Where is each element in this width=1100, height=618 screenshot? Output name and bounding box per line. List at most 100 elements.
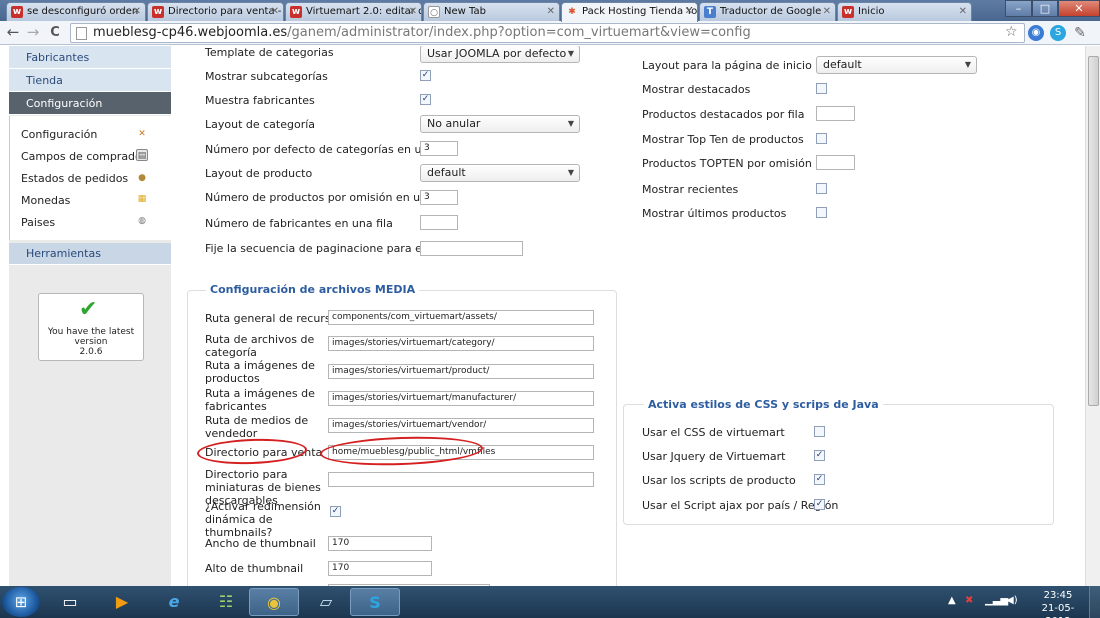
checkbox-scripts-producto[interactable]: ✓ <box>814 474 825 485</box>
input-destacados-fila[interactable] <box>816 106 855 121</box>
signal-icon[interactable]: ▁▃▅ <box>985 595 1008 606</box>
show-desktop-button[interactable] <box>1089 586 1100 618</box>
input-alto-thumbnail[interactable]: 170 <box>328 561 432 576</box>
tray-expand-icon[interactable]: ▲ <box>948 595 956 606</box>
admin-sidebar: Fabricantes Tienda Configuración Configu… <box>9 46 171 586</box>
submenu-monedas[interactable]: Monedas <box>21 194 70 207</box>
card-icon: ▤ <box>136 149 148 161</box>
reload-button[interactable]: C <box>46 24 64 42</box>
checkbox-mostrar-recientes[interactable] <box>816 183 827 194</box>
input-ruta-fabricantes[interactable]: images/stories/virtuemart/manufacturer/ <box>328 391 594 406</box>
tab-label: se desconfiguró orden <box>27 6 139 17</box>
checkbox-top-ten[interactable] <box>816 133 827 144</box>
checkbox-redimension-thumbnails[interactable]: ✓ <box>330 506 341 517</box>
submenu-campos-comprador[interactable]: Campos de comprador <box>21 150 146 163</box>
input-ruta-recursos[interactable]: components/com_virtuemart/assets/ <box>328 310 594 325</box>
address-bar[interactable]: mueblesg-cp46.webjoomla.es/ganem/adminis… <box>70 23 1025 43</box>
site-favicon-icon: w <box>11 6 23 18</box>
close-window-button[interactable]: ✕ <box>1058 0 1100 17</box>
input-categorias-fila[interactable]: 3 <box>420 141 458 156</box>
new-tab-icon: ○ <box>428 6 440 18</box>
version-line1: You have the latest <box>47 327 135 337</box>
scrollbar-thumb[interactable] <box>1088 56 1099 406</box>
select-value: Usar JOOMLA por defecto <box>427 47 567 60</box>
input-productos-fila[interactable]: 3 <box>420 190 458 205</box>
vertical-scrollbar[interactable] <box>1085 46 1100 586</box>
checkbox-jquery-virtuemart[interactable]: ✓ <box>814 450 825 461</box>
close-tab-icon[interactable]: ✕ <box>133 3 141 20</box>
windows-start-button[interactable]: ⊞ <box>2 587 40 617</box>
tab-label: Traductor de Google <box>720 6 822 17</box>
tab-pack-hosting[interactable]: ✱ Pack Hosting Tienda Yo ✕ <box>561 2 698 22</box>
skype-extension-icon[interactable]: S <box>1050 25 1066 41</box>
input-ruta-categoria[interactable]: images/stories/virtuemart/category/ <box>328 336 594 351</box>
tab-virtuemart-editar[interactable]: w Virtuemart 2.0: editar d ✕ <box>285 2 422 21</box>
tab-directorio-venta[interactable]: w Directorio para venta - ✕ <box>147 2 284 21</box>
submenu-paises[interactable]: Paises <box>21 216 55 229</box>
label-layout-producto: Layout de producto <box>205 167 313 180</box>
label-ultimos-productos: Mostrar últimos productos <box>642 207 787 220</box>
extension-eye-icon[interactable]: ◉ <box>1028 25 1044 41</box>
submenu-configuracion[interactable]: Configuración <box>21 128 97 141</box>
select-layout-categoria[interactable]: No anular ▼ <box>420 115 580 133</box>
input-ruta-productos[interactable]: images/stories/virtuemart/product/ <box>328 364 594 379</box>
label-muestra-fabricantes: Muestra fabricantes <box>205 94 315 107</box>
select-template-categorias[interactable]: Usar JOOMLA por defecto ▼ <box>420 46 580 63</box>
network-icon[interactable]: ☷ <box>201 588 251 616</box>
minimize-button[interactable]: – <box>1005 0 1032 17</box>
tab-traductor[interactable]: T Traductor de Google ✕ <box>699 2 836 21</box>
media-player-icon[interactable]: ▶ <box>97 588 147 616</box>
close-tab-icon[interactable]: ✕ <box>823 3 831 20</box>
sidebar-item-herramientas[interactable]: Herramientas <box>9 243 171 265</box>
network-status-icon[interactable]: ✖ <box>965 595 973 606</box>
close-tab-icon[interactable]: ✕ <box>547 3 555 20</box>
checkbox-ultimos-productos[interactable] <box>816 207 827 218</box>
page-icon <box>76 27 87 40</box>
close-tab-icon[interactable]: ✕ <box>959 3 967 20</box>
input-fabricantes-fila[interactable] <box>420 215 458 230</box>
back-button[interactable]: ← <box>4 24 22 42</box>
skype-icon[interactable]: S <box>350 588 400 616</box>
notes-icon[interactable]: ▱ <box>301 588 351 616</box>
system-clock[interactable]: 23:45 21-05-2012 <box>1030 589 1086 618</box>
label-ancho-thumbnail: Ancho de thumbnail <box>205 537 316 550</box>
select-layout-producto[interactable]: default ▼ <box>420 164 580 182</box>
input-topten-fila[interactable] <box>816 155 855 170</box>
volume-icon[interactable]: ◀) <box>1006 595 1018 606</box>
submenu-estados-pedidos[interactable]: Estados de pedidos <box>21 172 128 185</box>
checkbox-mostrar-destacados[interactable] <box>816 83 827 94</box>
label-destacados-fila: Productos destacados por fila <box>642 108 805 121</box>
ie-icon[interactable]: e <box>149 588 199 616</box>
chevron-down-icon: ▼ <box>964 60 971 69</box>
tab-new-tab[interactable]: ○ New Tab ✕ <box>423 2 560 21</box>
checkbox-muestra-fabricantes[interactable]: ✓ <box>420 94 431 105</box>
close-tab-icon[interactable]: ✕ <box>685 3 693 20</box>
close-tab-icon[interactable]: ✕ <box>409 3 417 20</box>
checkbox-mostrar-subcategorias[interactable]: ✓ <box>420 70 431 81</box>
label-redimension-thumbnails: ¿Activar redimensión dinámica de thumbna… <box>205 500 321 539</box>
sidebar-item-fabricantes[interactable]: Fabricantes <box>9 46 171 69</box>
input-secuencia-paginacion[interactable] <box>420 241 523 256</box>
chrome-icon[interactable]: ◉ <box>249 588 299 616</box>
input-ancho-thumbnail[interactable]: 170 <box>328 536 432 551</box>
tab-se-desconfiguro[interactable]: w se desconfiguró orden ✕ <box>6 2 146 21</box>
forward-button[interactable]: → <box>24 24 42 42</box>
media-legend: Configuración de archivos MEDIA <box>206 283 420 296</box>
version-status-box: ✔ You have the latest version 2.0.6 <box>38 293 144 361</box>
bookmark-star-icon[interactable]: ☆ <box>1005 24 1018 40</box>
close-tab-icon[interactable]: ✕ <box>271 3 279 20</box>
maximize-button[interactable]: □ <box>1032 0 1058 17</box>
tab-inicio[interactable]: w Inicio ✕ <box>837 2 972 21</box>
wrench-menu-icon[interactable]: ✎ <box>1072 25 1088 41</box>
select-layout-inicio[interactable]: default ▼ <box>816 56 977 74</box>
sidebar-item-configuracion[interactable]: Configuración <box>9 92 171 115</box>
input-ruta-vendedor[interactable]: images/stories/virtuemart/vendor/ <box>328 418 594 433</box>
explorer-icon[interactable]: ▭ <box>45 588 95 616</box>
sidebar-item-tienda[interactable]: Tienda <box>9 69 171 92</box>
label-script-ajax: Usar el Script ajax por país / Región <box>642 499 839 512</box>
label-css-virtuemart: Usar el CSS de virtuemart <box>642 426 785 439</box>
checkbox-css-virtuemart[interactable] <box>814 426 825 437</box>
checkbox-script-ajax[interactable]: ✓ <box>814 499 825 510</box>
input-directorio-miniaturas[interactable] <box>328 472 594 487</box>
label-layout-categoria: Layout de categoría <box>205 118 316 131</box>
